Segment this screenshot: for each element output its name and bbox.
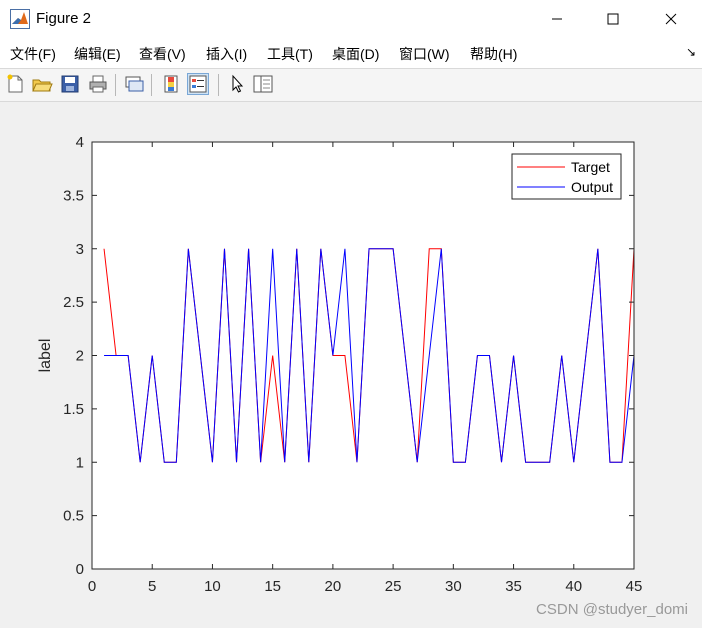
pointer-button[interactable]: [226, 73, 248, 95]
legend-icon: [189, 75, 207, 93]
x-tick-label: 15: [264, 578, 281, 595]
maximize-button[interactable]: [586, 0, 640, 38]
x-tick-label: 5: [148, 578, 156, 595]
property-inspector-icon: [253, 75, 273, 93]
y-tick-label: 1: [76, 454, 84, 471]
menu-desktop[interactable]: 桌面(D): [332, 44, 379, 64]
x-tick-label: 0: [88, 578, 96, 595]
y-tick-label: 3.5: [63, 187, 84, 204]
y-tick-label: 4: [76, 134, 84, 151]
colorbar-icon: [164, 75, 178, 93]
save-button[interactable]: [59, 73, 81, 95]
figure-canvas: 0 5 10 15 20 25 30 35 40 45 0 0.5 1 1.5 2 2.5 3 3.5 4 label…: [0, 102, 702, 628]
y-tick-label: 1.5: [63, 401, 84, 418]
open-file-icon: [32, 79, 53, 92]
x-tick-label: 20: [325, 578, 342, 595]
save-icon: [61, 75, 79, 93]
legend-label-target: Target: [571, 159, 610, 175]
matlab-logo-icon: [10, 9, 30, 29]
minimize-icon: [552, 18, 562, 20]
menu-view[interactable]: 查看(V): [139, 44, 186, 64]
toolbar-separator: [218, 74, 219, 96]
x-tick-label: 40: [565, 578, 582, 595]
menu-window[interactable]: 窗口(W): [399, 44, 450, 64]
new-figure-icon: [7, 74, 23, 93]
new-figure-button[interactable]: [4, 73, 26, 95]
toolbar-separator: [151, 74, 152, 96]
menu-edit[interactable]: 编辑(E): [74, 44, 121, 64]
legend-label-output: Output: [571, 179, 613, 195]
line-chart: 0 5 10 15 20 25 30 35 40 45 0 0.5 1 1.5 2 2.5 3 3.5 4 label…: [37, 134, 643, 595]
x-tick-label: 35: [505, 578, 522, 595]
title-bar: Figure 2: [0, 0, 702, 38]
menu-insert[interactable]: 插入(I): [206, 44, 247, 64]
y-tick-label: 2: [76, 348, 84, 365]
minimize-button[interactable]: [530, 0, 584, 38]
pointer-icon: [232, 74, 244, 93]
open-file-button[interactable]: [31, 73, 53, 95]
close-button[interactable]: [644, 0, 698, 38]
y-axis-label: label: [37, 339, 54, 373]
close-icon: [665, 13, 677, 25]
x-tick-label: 25: [385, 578, 402, 595]
watermark-text: CSDN @studyer_domi: [536, 601, 688, 618]
colorbar-button[interactable]: [160, 73, 182, 95]
link-plot-icon: [125, 76, 144, 92]
x-tick-label: 45: [626, 578, 643, 595]
window-title: Figure 2: [36, 10, 92, 27]
dock-arrow-icon[interactable]: ↘: [686, 45, 696, 59]
property-inspector-button[interactable]: [252, 73, 274, 95]
menu-bar: 文件(F) 编辑(E) 查看(V) 插入(I) 工具(T) 桌面(D) 窗口(W…: [0, 38, 702, 68]
figure-toolbar: [0, 68, 702, 102]
y-tick-label: 2.5: [63, 294, 84, 311]
print-button[interactable]: [87, 73, 109, 95]
y-tick-label: 3: [76, 241, 84, 258]
menu-tools[interactable]: 工具(T): [267, 44, 313, 64]
y-tick-label: 0.5: [63, 508, 84, 525]
menu-help[interactable]: 帮助(H): [470, 44, 517, 64]
legend-button[interactable]: [187, 73, 209, 95]
y-tick-label: 0: [76, 561, 84, 578]
print-icon: [89, 75, 107, 93]
maximize-icon: [607, 13, 619, 25]
link-plot-button[interactable]: [123, 73, 145, 95]
x-tick-label: 10: [204, 578, 221, 595]
toolbar-separator: [115, 74, 116, 96]
x-tick-label: 30: [445, 578, 462, 595]
menu-file[interactable]: 文件(F): [10, 44, 56, 64]
